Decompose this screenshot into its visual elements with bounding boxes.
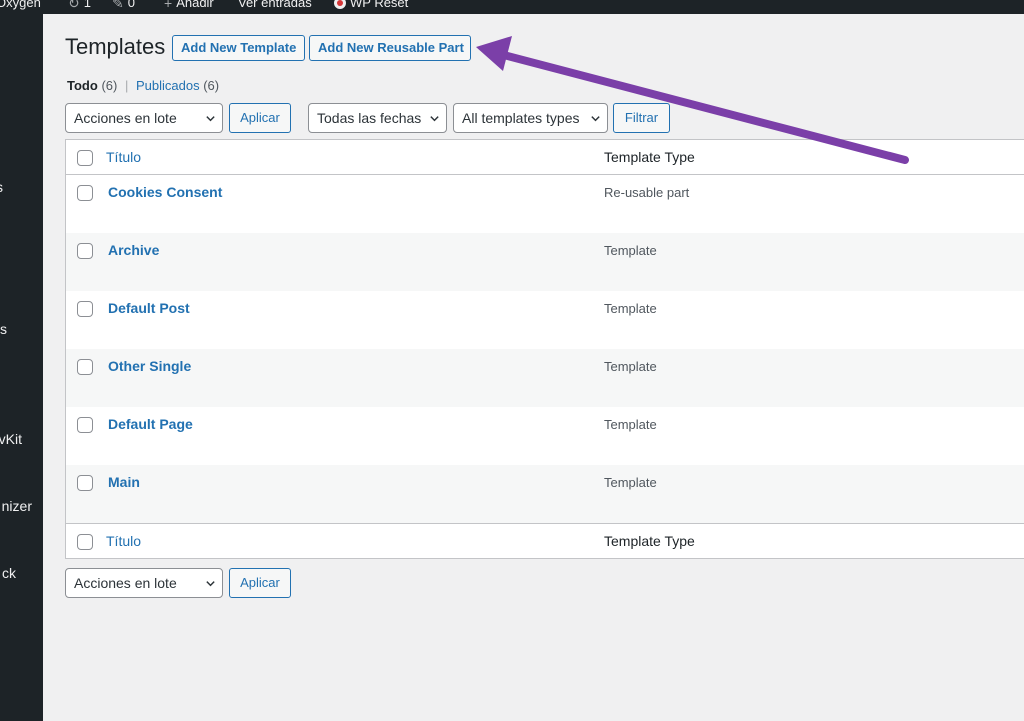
chevron-down-icon (206, 581, 215, 587)
plus-icon: + (164, 0, 173, 11)
updates-count: 1 (83, 0, 91, 10)
view-all-count: (6) (101, 78, 118, 93)
adminbar-comments[interactable]: ✎ 0 (112, 0, 135, 12)
adminbar-updates[interactable]: ↻ 1 (68, 0, 91, 12)
main-content: Templates Add New Template Add New Reusa… (43, 14, 1024, 721)
bulk-actions-value: Acciones en lote (74, 110, 177, 126)
row-checkbox[interactable] (77, 185, 93, 201)
table-row: Other Single Template (66, 349, 1024, 407)
apply-button-top[interactable]: Aplicar (229, 103, 291, 133)
bulk-actions-value-bottom: Acciones en lote (74, 575, 177, 591)
sidebar-item-4[interactable]: nizer (2, 497, 32, 515)
table-row: Default Page Template (66, 407, 1024, 465)
apply-button-bottom[interactable]: Aplicar (229, 568, 291, 598)
adminbar-site-label: Oxygen (0, 0, 41, 10)
column-header-title[interactable]: Título (106, 149, 141, 165)
refresh-icon: ↻ (68, 0, 80, 11)
column-header-type: Template Type (604, 149, 695, 165)
table-row: Default Post Template (66, 291, 1024, 349)
bulk-actions-select-top[interactable]: Acciones en lote (65, 103, 223, 133)
view-separator: | (124, 78, 129, 93)
chevron-down-icon (591, 116, 600, 122)
chevron-down-icon (430, 116, 439, 122)
view-published-count: (6) (203, 78, 220, 93)
dates-filter-value: Todas las fechas (317, 110, 422, 126)
row-template-type: Re-usable part (604, 185, 690, 200)
sidebar-item-5[interactable]: ck (2, 564, 16, 582)
row-title-link[interactable]: Other Single (108, 358, 191, 374)
chevron-down-icon (206, 116, 215, 122)
add-new-template-button[interactable]: Add New Template (172, 35, 305, 61)
sidebar-item-2[interactable]: s (0, 320, 7, 338)
row-checkbox[interactable] (77, 475, 93, 491)
template-types-value: All templates types (462, 110, 580, 126)
select-all-checkbox-footer[interactable] (77, 534, 93, 550)
adminbar-new-label: Añadir (176, 0, 214, 10)
sidebar-item-3[interactable]: vKit (0, 430, 22, 448)
row-title-link[interactable]: Main (108, 474, 140, 490)
templates-table: Título Template Type Cookies Consent Re-… (65, 139, 1024, 559)
comment-icon: ✎ (112, 0, 124, 11)
column-footer-title[interactable]: Título (106, 533, 141, 549)
row-template-type: Template (604, 359, 657, 374)
table-footer: Título Template Type (66, 523, 1024, 558)
view-all-link[interactable]: Todo (67, 78, 98, 93)
column-footer-type: Template Type (604, 533, 695, 549)
adminbar-site-link[interactable]: Oxygen (0, 0, 41, 12)
row-title-link[interactable]: Cookies Consent (108, 184, 222, 200)
wp-reset-icon (334, 0, 346, 9)
row-title-link[interactable]: Default Post (108, 300, 190, 316)
row-checkbox[interactable] (77, 417, 93, 433)
row-template-type: Template (604, 475, 657, 490)
view-filters: Todo (6) | Publicados (6) (67, 78, 219, 93)
row-template-type: Template (604, 417, 657, 432)
comments-count: 0 (127, 0, 135, 10)
admin-sidebar: s s vKit nizer ck (0, 14, 43, 721)
select-all-checkbox[interactable] (77, 150, 93, 166)
bulk-actions-select-bottom[interactable]: Acciones en lote (65, 568, 223, 598)
table-header: Título Template Type (66, 140, 1024, 175)
adminbar-view-posts[interactable]: Ver entradas (238, 0, 312, 12)
page-title: Templates (65, 34, 166, 59)
sidebar-item-1[interactable]: s (0, 178, 3, 196)
dates-filter-select[interactable]: Todas las fechas (308, 103, 447, 133)
template-types-select[interactable]: All templates types (453, 103, 608, 133)
adminbar-new[interactable]: + Añadir (164, 0, 214, 12)
row-title-link[interactable]: Default Page (108, 416, 193, 432)
admin-bar: Oxygen ↻ 1 ✎ 0 + Añadir Ver entradas WP Res… (0, 0, 1024, 14)
adminbar-wp-reset-label: WP Reset (350, 0, 409, 10)
filter-button[interactable]: Filtrar (613, 103, 670, 133)
row-checkbox[interactable] (77, 301, 93, 317)
table-row: Main Template (66, 465, 1024, 523)
row-template-type: Template (604, 243, 657, 258)
row-title-link[interactable]: Archive (108, 242, 159, 258)
view-published-link[interactable]: Publicados (136, 78, 200, 93)
adminbar-wp-reset[interactable]: WP Reset (334, 0, 408, 12)
row-template-type: Template (604, 301, 657, 316)
table-row: Cookies Consent Re-usable part (66, 175, 1024, 233)
table-row: Archive Template (66, 233, 1024, 291)
row-checkbox[interactable] (77, 359, 93, 375)
adminbar-view-posts-label: Ver entradas (238, 0, 312, 10)
row-checkbox[interactable] (77, 243, 93, 259)
add-new-reusable-part-button[interactable]: Add New Reusable Part (309, 35, 471, 61)
